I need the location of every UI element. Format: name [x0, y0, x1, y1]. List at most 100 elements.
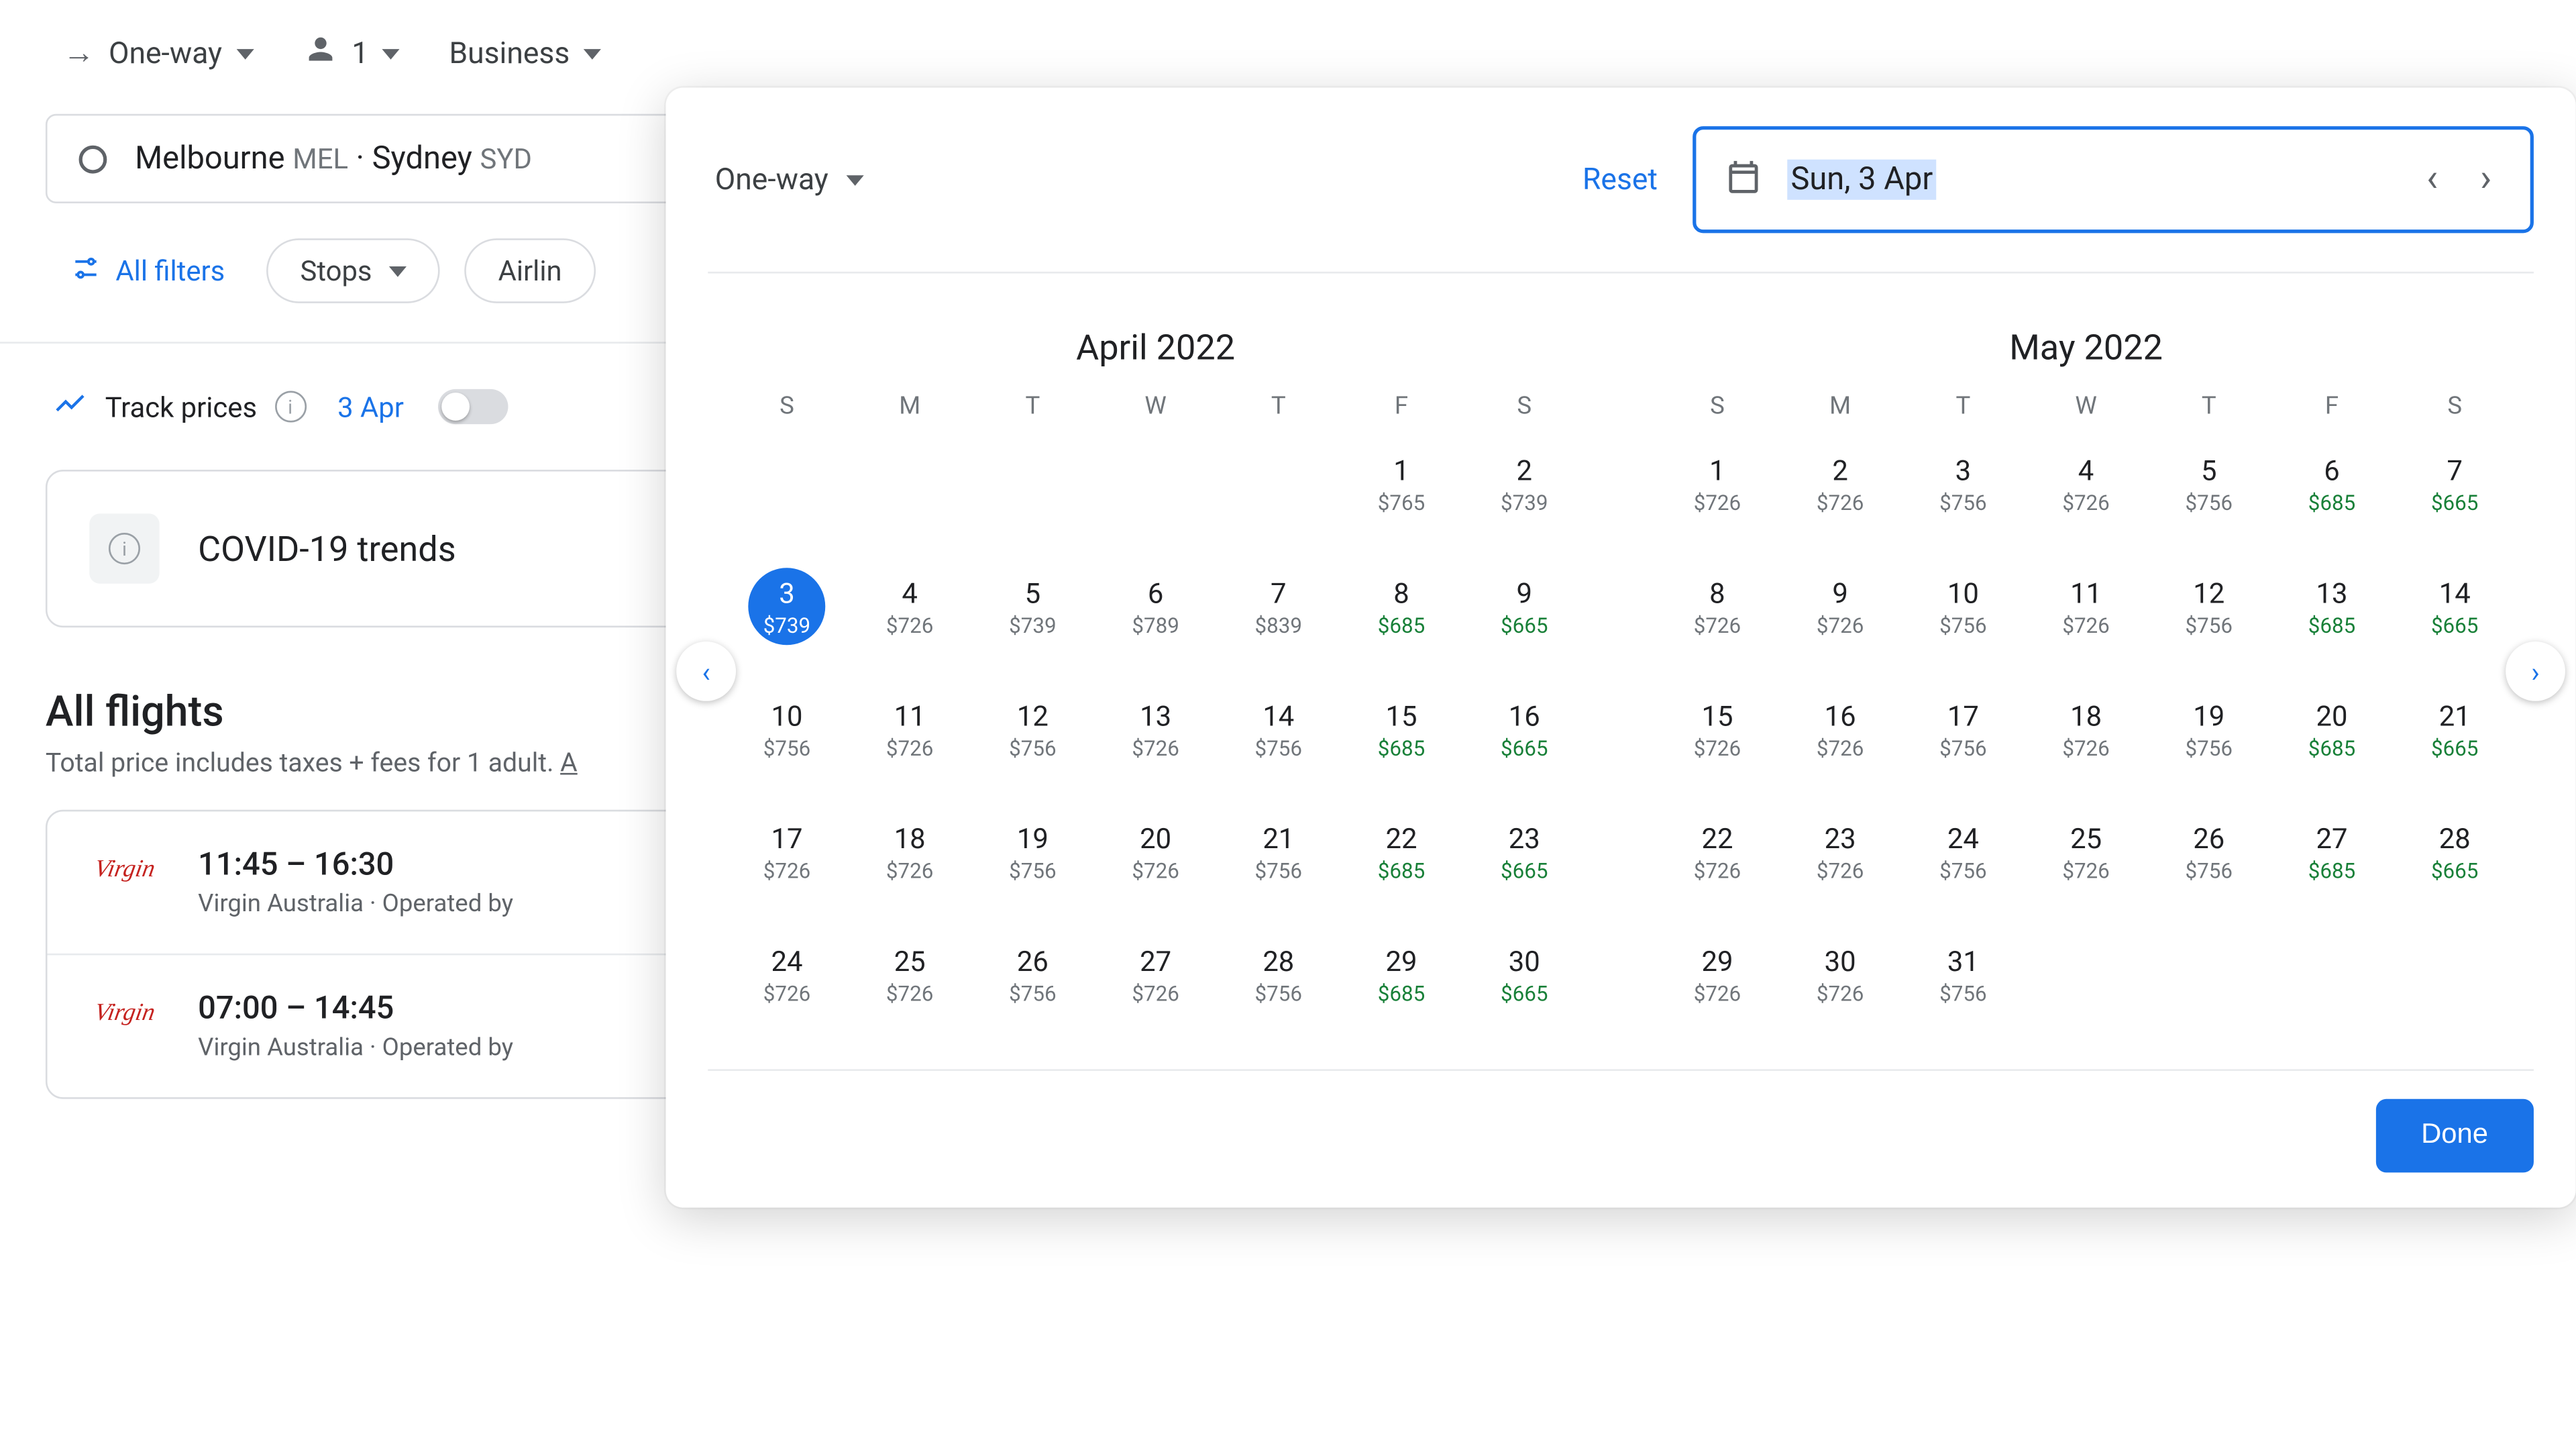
day-price: $726: [2062, 735, 2109, 760]
reset-button[interactable]: Reset: [1582, 162, 1658, 197]
calendar-day[interactable]: 16$726: [1779, 684, 1902, 775]
track-prices-toggle[interactable]: [439, 389, 508, 424]
calendar-day[interactable]: 6$789: [1094, 561, 1217, 652]
day-number: 13: [1140, 699, 1171, 732]
calendar-prev-month-button[interactable]: ‹: [676, 641, 736, 701]
calendar-day[interactable]: 17$726: [725, 807, 848, 898]
calendar-day[interactable]: 20$685: [2270, 684, 2393, 775]
calendar-day[interactable]: 4$726: [849, 561, 971, 652]
airline-logo: Virgin: [82, 847, 168, 896]
day-number: 24: [771, 944, 802, 978]
calendar-next-month-button[interactable]: ›: [2506, 641, 2565, 701]
cabin-select[interactable]: Business: [449, 36, 601, 71]
calendar-day[interactable]: 29$726: [1656, 929, 1778, 1020]
day-number: 1: [1709, 453, 1725, 486]
calendar-day[interactable]: 12$756: [971, 684, 1094, 775]
calendar-day[interactable]: 18$726: [849, 807, 971, 898]
day-number: 21: [1263, 821, 1294, 855]
day-number: 23: [1825, 821, 1856, 855]
passengers-select[interactable]: 1: [303, 32, 400, 75]
calendar-day[interactable]: 4$726: [2025, 438, 2147, 529]
calendar-day[interactable]: 25$726: [2025, 807, 2147, 898]
date-next-button[interactable]: ›: [2469, 154, 2502, 205]
calendar-day[interactable]: 11$726: [849, 684, 971, 775]
chevron-down-icon: [390, 266, 407, 276]
calendar-day[interactable]: 24$756: [1902, 807, 2025, 898]
calendar-day[interactable]: 3$756: [1902, 438, 2025, 529]
dow-label: T: [1902, 393, 2025, 421]
day-price: $685: [1378, 735, 1425, 760]
all-filters-button[interactable]: All filters: [52, 241, 242, 301]
calendar-day[interactable]: 13$726: [1094, 684, 1217, 775]
calendar-day[interactable]: 7$839: [1217, 561, 1340, 652]
calendar-day[interactable]: 3$739: [725, 561, 848, 652]
day-number: 21: [2439, 699, 2471, 732]
airlines-filter-chip[interactable]: Airlin: [465, 238, 595, 303]
calendar-day[interactable]: 16$665: [1463, 684, 1586, 775]
departure-date-input[interactable]: Sun, 3 Apr ‹ ›: [1693, 126, 2534, 233]
calendar-day[interactable]: 30$665: [1463, 929, 1586, 1020]
popover-trip-type-select[interactable]: One-way: [708, 152, 870, 208]
calendar-day[interactable]: 31$756: [1902, 929, 2025, 1020]
calendar-day[interactable]: 18$726: [2025, 684, 2147, 775]
calendar-day[interactable]: 7$665: [2394, 438, 2516, 529]
calendar-day[interactable]: 1$726: [1656, 438, 1778, 529]
calendar-day[interactable]: 21$756: [1217, 807, 1340, 898]
calendar-day[interactable]: 24$726: [725, 929, 848, 1020]
calendar-day[interactable]: 15$685: [1340, 684, 1462, 775]
day-grid: 1$7262$7263$7564$7265$7566$6857$6658$726…: [1656, 438, 2516, 1020]
calendar-day[interactable]: 9$665: [1463, 561, 1586, 652]
calendar-day[interactable]: 15$726: [1656, 684, 1778, 775]
day-price: $726: [763, 858, 810, 883]
calendar-day[interactable]: 19$756: [2147, 684, 2270, 775]
day-price: $756: [1009, 980, 1056, 1005]
selected-date-text: Sun, 3 Apr: [1787, 160, 1936, 200]
to-city: Sydney: [372, 140, 472, 177]
day-price: $665: [1501, 858, 1548, 883]
day-price: $685: [1378, 980, 1425, 1005]
calendar-day[interactable]: 26$756: [2147, 807, 2270, 898]
day-number: 11: [894, 699, 926, 732]
calendar-day[interactable]: 2$726: [1779, 438, 1902, 529]
calendar-day[interactable]: 26$756: [971, 929, 1094, 1020]
calendar-day[interactable]: 9$726: [1779, 561, 1902, 652]
calendar-day[interactable]: 13$685: [2270, 561, 2393, 652]
calendar-day[interactable]: 23$665: [1463, 807, 1586, 898]
calendar-day[interactable]: 20$726: [1094, 807, 1217, 898]
calendar-day[interactable]: 14$665: [2394, 561, 2516, 652]
calendar-day[interactable]: 22$685: [1340, 807, 1462, 898]
calendar-day[interactable]: 28$756: [1217, 929, 1340, 1020]
calendar-day[interactable]: 21$665: [2394, 684, 2516, 775]
calendar-day[interactable]: 27$685: [2270, 807, 2393, 898]
calendar-day[interactable]: 5$756: [2147, 438, 2270, 529]
calendar-day[interactable]: 23$726: [1779, 807, 1902, 898]
popover-trip-type-label: One-way: [715, 162, 828, 197]
calendar-day[interactable]: 29$685: [1340, 929, 1462, 1020]
calendar-day[interactable]: 27$726: [1094, 929, 1217, 1020]
calendar-day[interactable]: 25$726: [849, 929, 971, 1020]
done-button[interactable]: Done: [2375, 1099, 2534, 1173]
calendar-day[interactable]: 28$665: [2394, 807, 2516, 898]
info-icon[interactable]: i: [274, 391, 306, 422]
calendar-day[interactable]: 14$756: [1217, 684, 1340, 775]
calendar-day[interactable]: 8$726: [1656, 561, 1778, 652]
day-price: $685: [2308, 858, 2355, 883]
calendar-day[interactable]: 19$756: [971, 807, 1094, 898]
calendar-day[interactable]: 17$756: [1902, 684, 2025, 775]
day-number: 6: [1148, 576, 1164, 609]
calendar-day[interactable]: 2$739: [1463, 438, 1586, 529]
calendar-day[interactable]: 30$726: [1779, 929, 1902, 1020]
stops-filter-chip[interactable]: Stops: [267, 238, 440, 303]
calendar-day[interactable]: 8$685: [1340, 561, 1462, 652]
trip-type-select[interactable]: → One-way: [63, 35, 254, 72]
calendar-day[interactable]: 22$726: [1656, 807, 1778, 898]
calendar-day[interactable]: 5$739: [971, 561, 1094, 652]
calendar-day[interactable]: 6$685: [2270, 438, 2393, 529]
calendar-day[interactable]: 10$756: [725, 684, 848, 775]
date-prev-button[interactable]: ‹: [2416, 154, 2449, 205]
day-number: 29: [1386, 944, 1417, 978]
calendar-day[interactable]: 10$756: [1902, 561, 2025, 652]
calendar-day[interactable]: 12$756: [2147, 561, 2270, 652]
calendar-day[interactable]: 11$726: [2025, 561, 2147, 652]
calendar-day[interactable]: 1$765: [1340, 438, 1462, 529]
